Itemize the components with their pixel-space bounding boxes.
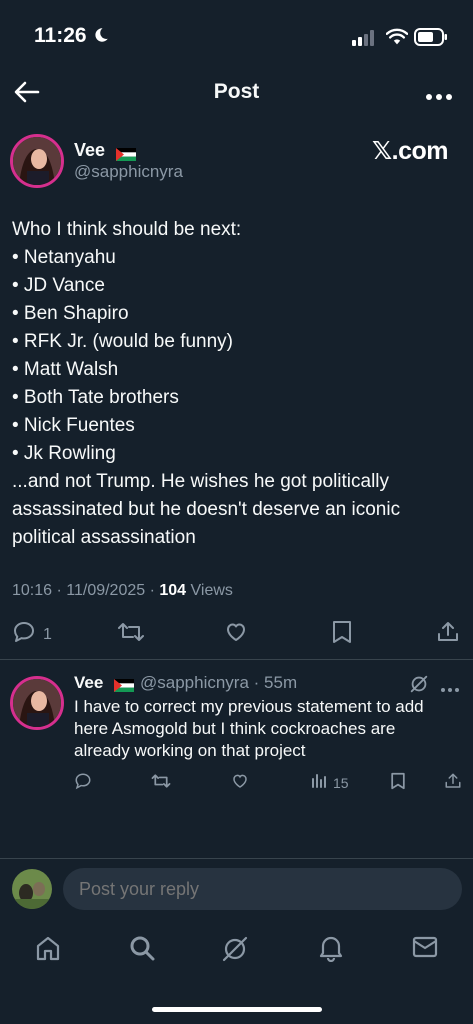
status-time: 11:26	[34, 24, 87, 47]
author-handle[interactable]: @sapphicnyra	[74, 162, 183, 182]
battery-icon	[414, 28, 448, 51]
post-text-line: assassinated but he doesn't deserve an i…	[12, 499, 401, 520]
post-text-line: • Nick Fuentes	[12, 415, 135, 436]
palestine-flag-icon	[116, 145, 137, 161]
share-button[interactable]	[436, 620, 460, 649]
notifications-icon[interactable]	[318, 934, 344, 967]
reply-button[interactable]: 1	[11, 620, 52, 649]
bookmark-icon	[390, 772, 406, 795]
reply-repost-button[interactable]	[151, 772, 171, 795]
reply-icon	[74, 772, 92, 795]
x-brand-logo: 𝕏.com	[372, 137, 449, 165]
bookmark-icon	[331, 620, 353, 649]
reply-input[interactable]	[63, 868, 462, 910]
reply-author-name[interactable]: Vee	[74, 673, 135, 693]
like-icon	[231, 772, 249, 795]
post-actions: 1	[0, 618, 473, 648]
reply-text-line: here Asmogold but I think cockroaches ar…	[74, 719, 396, 738]
reply-count: 1	[43, 625, 52, 643]
reply-text: I have to correct my previous statement …	[74, 696, 454, 762]
author-name[interactable]: Vee	[74, 140, 137, 161]
post-text-line: • Netanyahu	[12, 247, 116, 268]
reply-like-button[interactable]	[231, 772, 249, 795]
post-text-line: • Ben Shapiro	[12, 303, 129, 324]
reply-author-handle[interactable]: @sapphicnyra · 55m	[140, 673, 297, 693]
reply-text-line: already working on that project	[74, 741, 306, 760]
views-count: 104	[159, 582, 187, 599]
share-icon	[444, 772, 462, 795]
messages-icon[interactable]	[411, 934, 439, 965]
post-text: Who I think should be next: • Netanyahu …	[12, 216, 462, 552]
page-title: Post	[213, 80, 260, 103]
post-text-line: • Jk Rowling	[12, 443, 116, 464]
share-icon	[436, 620, 460, 649]
views-label[interactable]: Views	[186, 582, 233, 599]
post-text-line: • Matt Walsh	[12, 359, 119, 380]
more-icon[interactable]	[426, 88, 452, 106]
bookmark-button[interactable]	[331, 620, 353, 649]
reply-bookmark-button[interactable]	[390, 772, 406, 795]
repost-icon	[151, 772, 171, 795]
wifi-icon	[385, 28, 409, 51]
home-indicator[interactable]	[152, 1007, 322, 1012]
nav-header: Post	[0, 70, 473, 114]
author-name-text: Vee	[74, 140, 106, 160]
post-text-line: • Both Tate brothers	[12, 387, 179, 408]
post-text-line: • RFK Jr. (would be funny)	[12, 331, 234, 352]
divider	[0, 659, 473, 660]
repost-icon	[117, 620, 145, 649]
reply-author-name-text: Vee	[74, 673, 104, 692]
like-button[interactable]	[223, 620, 249, 649]
reply-actions: 15	[0, 772, 473, 794]
post-text-line: • JD Vance	[12, 275, 105, 296]
reply-views-count: 15	[333, 774, 349, 791]
post-text-line: Who I think should be next:	[12, 219, 242, 240]
post-text-line: ...and not Trump. He wishes he got polit…	[12, 471, 390, 492]
signal-icon	[352, 30, 376, 51]
like-icon	[223, 620, 249, 649]
user-avatar[interactable]	[12, 869, 52, 909]
palestine-flag-icon	[114, 677, 135, 693]
reply-author-avatar[interactable]	[10, 676, 64, 730]
moon-icon	[92, 26, 110, 49]
post-text-line: political assassination	[12, 527, 196, 548]
search-icon[interactable]	[128, 934, 156, 967]
repost-button[interactable]	[117, 620, 145, 649]
reply-icon	[11, 620, 37, 649]
reply-text-line: I have to correct my previous statement …	[74, 697, 424, 716]
tab-bar	[0, 922, 473, 982]
grok-icon[interactable]	[220, 934, 250, 969]
post-meta: 10:16 · 11/09/2025 · 104 Views	[12, 582, 233, 600]
status-bar: 11:26	[0, 0, 473, 70]
author-avatar[interactable]	[10, 134, 64, 188]
home-icon[interactable]	[34, 934, 62, 967]
views-icon	[311, 772, 327, 793]
reply-composer	[0, 858, 473, 922]
reply-views-button[interactable]: 15	[311, 772, 349, 793]
reply-share-button[interactable]	[444, 772, 462, 795]
reply-reply-button[interactable]	[74, 772, 92, 795]
post-timestamp: 10:16 · 11/09/2025 ·	[12, 582, 160, 599]
